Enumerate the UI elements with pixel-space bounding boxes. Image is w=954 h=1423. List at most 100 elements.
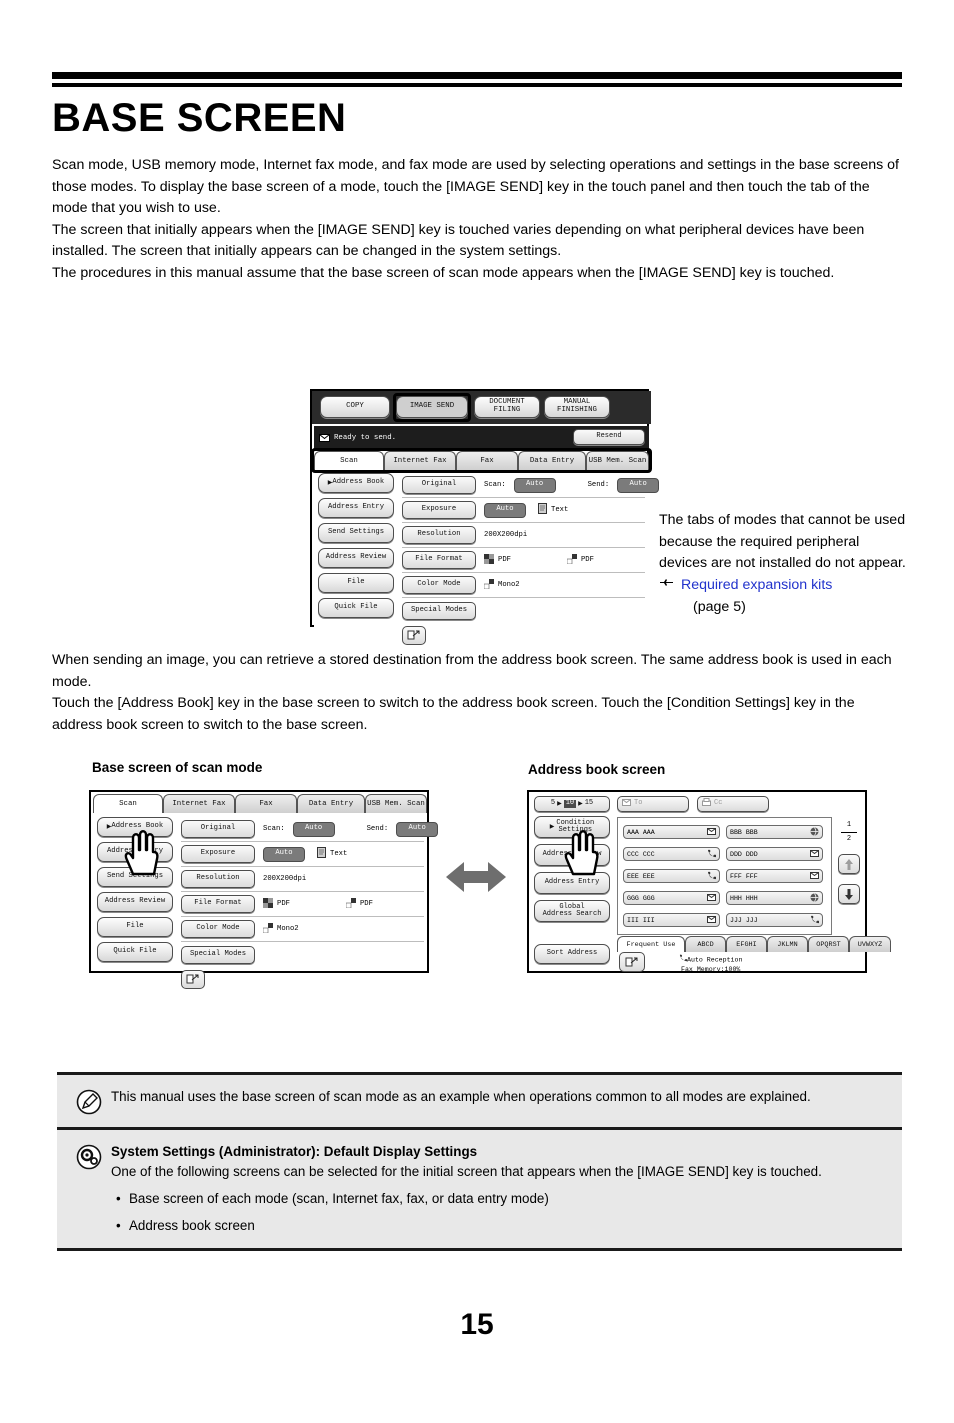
key-quick-file[interactable]: Quick File — [318, 598, 394, 618]
key-resolution[interactable]: Resolution — [181, 870, 255, 888]
index-tab-uvwxyz[interactable]: UVWXYZ — [849, 936, 891, 952]
tab-scan[interactable]: Scan — [314, 451, 384, 470]
note-bullet: Address book screen — [116, 1216, 822, 1236]
intro-paragraph-2: The screen that initially appears when t… — [52, 221, 865, 260]
key-file-format[interactable]: File Format — [402, 551, 476, 569]
tab-usb-mem-scan[interactable]: USB Mem. Scan — [365, 794, 427, 813]
link-required-expansion-kits[interactable]: Required expansion kits — [681, 577, 832, 593]
value-scan-auto[interactable]: Auto — [513, 477, 556, 493]
key-file[interactable]: File — [318, 573, 394, 593]
tab-data-entry[interactable]: Data Entry — [297, 794, 365, 813]
key-global-address-search[interactable]: Global Address Search — [534, 900, 610, 922]
tab-usb-mem-scan[interactable]: USB Mem. Scan — [586, 451, 649, 470]
checker-light-icon — [345, 895, 356, 913]
value-send-auto[interactable]: Auto — [617, 477, 660, 493]
address-list: AAA AAA BBB BBB CCC CCC DDD DDD EEE EEE … — [617, 817, 832, 935]
header-rule-thick — [52, 72, 902, 79]
tab-data-entry[interactable]: Data Entry — [518, 451, 586, 470]
key-address-entry[interactable]: Address Entry — [534, 872, 610, 894]
tab-fax[interactable]: Fax — [456, 451, 518, 470]
key-file[interactable]: File — [97, 917, 173, 937]
key-color-mode[interactable]: Color Mode — [181, 920, 255, 938]
header-rule-thin — [52, 83, 902, 87]
index-tab-frequent-use[interactable]: Frequent Use — [617, 936, 685, 952]
note-body: This manual uses the base screen of scan… — [111, 1087, 811, 1115]
mode-key-image-send[interactable]: IMAGE SEND — [396, 396, 468, 418]
key-address-entry[interactable]: Address Entry — [318, 498, 394, 518]
address-entry[interactable]: FFF FFF — [726, 869, 823, 883]
index-tab-opqrst[interactable]: OPQRST — [808, 936, 849, 952]
key-exposure[interactable]: Exposure — [181, 845, 255, 863]
key-address-review[interactable]: Address Review — [97, 892, 173, 912]
key-color-mode[interactable]: Color Mode — [402, 576, 476, 594]
address-entry[interactable]: BBB BBB — [726, 825, 823, 839]
address-count-indicator[interactable]: 5 ▶ 10 ▶ 15 — [534, 796, 610, 812]
value-exposure-auto[interactable]: Auto — [263, 846, 305, 862]
tab-internet-fax[interactable]: Internet Fax — [384, 451, 456, 470]
key-address-book[interactable]: ▶ Address Book — [318, 473, 394, 493]
custom-settings-icon[interactable] — [181, 969, 205, 989]
key-file-format[interactable]: File Format — [181, 895, 255, 913]
tab-internet-fax[interactable]: Internet Fax — [163, 794, 235, 813]
left-key-column: ▶ Address Book Address Entry Send Setting… — [97, 817, 173, 967]
mode-key-copy[interactable]: COPY — [320, 396, 390, 418]
key-condition-settings-label: Condition Settings — [556, 818, 595, 834]
address-entry[interactable]: DDD DDD — [726, 847, 823, 861]
address-entry-name: JJJ JJJ — [730, 916, 758, 924]
phone-icon — [679, 954, 688, 965]
scroll-up-button[interactable] — [838, 854, 860, 874]
key-original[interactable]: Original — [402, 476, 476, 494]
key-special-modes[interactable]: Special Modes — [402, 601, 476, 620]
address-entry[interactable]: AAA AAA — [623, 825, 720, 839]
envelope-icon — [622, 798, 631, 809]
index-tab-abcd[interactable]: ABCD — [685, 936, 726, 952]
key-address-review[interactable]: Address Review — [534, 844, 610, 866]
mode-key-document-filing[interactable]: DOCUMENT FILING — [474, 396, 540, 418]
address-entry[interactable]: GGG GGG — [623, 891, 720, 905]
phone-icon — [707, 871, 717, 882]
resend-button[interactable]: Resend — [573, 429, 645, 445]
mode-key-manual-finishing[interactable]: MANUAL FINISHING — [544, 396, 610, 418]
value-exposure-auto[interactable]: Auto — [484, 502, 526, 518]
custom-settings-icon[interactable] — [619, 952, 645, 972]
value-send-auto[interactable]: Auto — [396, 821, 439, 837]
key-to[interactable]: To — [617, 796, 689, 812]
gear-settings-icon — [67, 1142, 111, 1236]
index-tab-jklmn[interactable]: JKLMN — [767, 936, 808, 952]
fax-memory-label: Fax Memory:100% — [681, 966, 741, 973]
address-entry[interactable]: III III — [623, 913, 720, 927]
address-entry[interactable]: EEE EEE — [623, 869, 720, 883]
address-entry[interactable]: CCC CCC — [623, 847, 720, 861]
note-heading: System Settings (Administrator): Default… — [111, 1144, 478, 1159]
custom-settings-icon[interactable] — [402, 625, 426, 645]
key-cc[interactable]: Cc — [697, 796, 769, 812]
key-original[interactable]: Original — [181, 820, 255, 838]
tab-fax[interactable]: Fax — [235, 794, 297, 813]
key-address-review[interactable]: Address Review — [318, 548, 394, 568]
scroll-down-button[interactable] — [838, 884, 860, 904]
fax-status-info: Auto Reception Fax Memory:100% — [679, 954, 742, 974]
key-address-book[interactable]: ▶ Address Book — [97, 817, 173, 837]
key-special-modes[interactable]: Special Modes — [181, 945, 255, 964]
document-icon — [538, 501, 547, 519]
value-color-mode: Mono2 — [498, 581, 520, 589]
key-condition-settings[interactable]: ▶ Condition Settings — [534, 816, 610, 838]
mode-tab-row: Scan Internet Fax Fax Data Entry USB Mem… — [314, 451, 649, 470]
key-send-settings[interactable]: Send Settings — [97, 867, 173, 887]
key-send-settings[interactable]: Send Settings — [318, 523, 394, 543]
address-entry[interactable]: JJJ JJJ — [726, 913, 823, 927]
key-sort-address[interactable]: Sort Address — [534, 944, 610, 964]
panel-content: ▶ Address Book Address Entry Send Setting… — [314, 470, 660, 645]
caption-base-screen: Base screen of scan mode — [92, 760, 263, 775]
address-entry[interactable]: HHH HHH — [726, 891, 823, 905]
key-address-entry[interactable]: Address Entry — [97, 842, 173, 862]
manual-page: BASE SCREEN Scan mode, USB memory mode, … — [0, 72, 954, 1423]
note-text: This manual uses the base screen of scan… — [111, 1089, 811, 1104]
index-tab-efghi[interactable]: EFGHI — [726, 936, 767, 952]
key-exposure[interactable]: Exposure — [402, 501, 476, 519]
value-file-format-1: PDF — [498, 556, 511, 564]
value-scan-auto[interactable]: Auto — [292, 821, 335, 837]
key-quick-file[interactable]: Quick File — [97, 942, 173, 962]
key-resolution[interactable]: Resolution — [402, 526, 476, 544]
tab-scan[interactable]: Scan — [93, 794, 163, 813]
